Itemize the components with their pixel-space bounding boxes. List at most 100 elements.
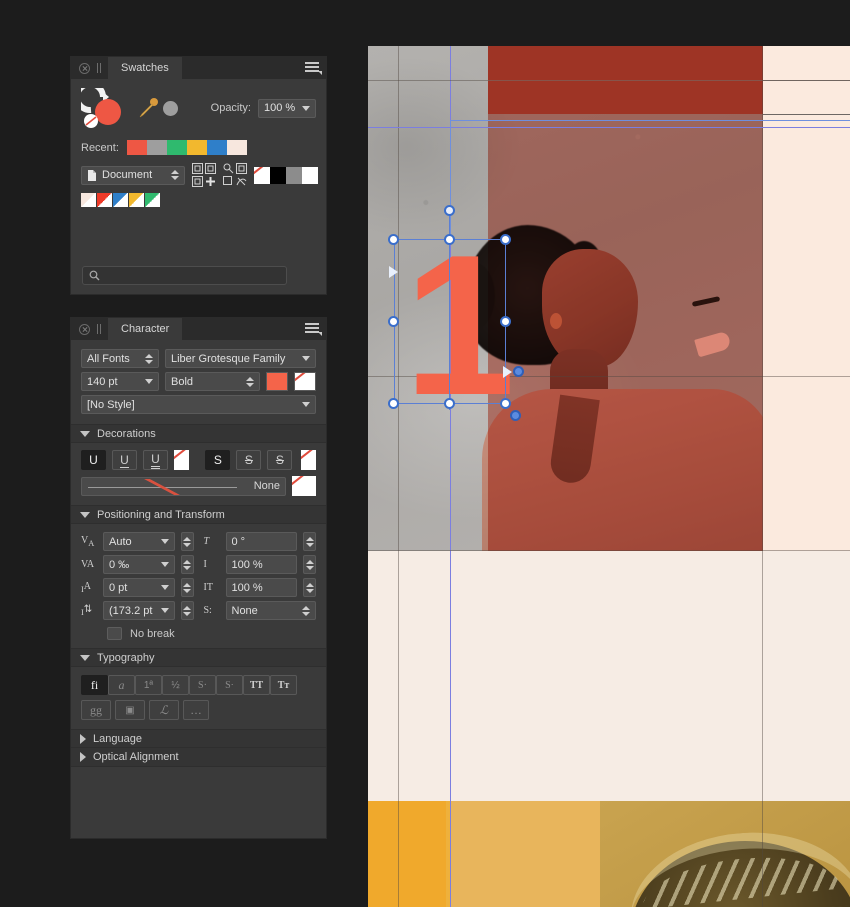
contextual-alternates-button[interactable]: ℒ	[149, 700, 179, 720]
close-icon[interactable]	[79, 323, 90, 335]
document-swatch[interactable]	[81, 193, 96, 207]
stepper-icon[interactable]	[301, 603, 310, 618]
baseline-shift-stepper[interactable]	[180, 578, 194, 597]
section-language[interactable]: Language	[71, 729, 326, 748]
tab-character[interactable]: Character	[108, 318, 183, 340]
all-caps-button[interactable]: TT	[243, 675, 270, 695]
decoration-line-select[interactable]: None	[81, 476, 286, 496]
horizontal-scale-stepper[interactable]	[303, 578, 316, 597]
strikethrough-double-button[interactable]: S	[267, 450, 293, 470]
leading-field[interactable]: (173.2 pt	[103, 601, 175, 620]
chevron-down-icon[interactable]	[160, 562, 169, 567]
chevron-right-icon[interactable]	[80, 752, 86, 762]
add-swatch-icon[interactable]	[192, 163, 216, 187]
swatch-search-box[interactable]	[82, 266, 287, 285]
underline-none-button[interactable]: U	[81, 450, 106, 470]
leading-stepper[interactable]	[180, 601, 194, 620]
recent-swatch[interactable]	[226, 140, 247, 155]
chevron-right-icon[interactable]	[80, 733, 86, 744]
no-break-checkbox[interactable]	[107, 627, 122, 640]
stylistic-set-button[interactable]: ▣	[115, 700, 145, 720]
vertical-scale-field[interactable]: 100 %	[225, 555, 297, 574]
tracking-stepper[interactable]	[180, 555, 194, 574]
stepper-icon[interactable]	[170, 168, 179, 183]
kerning-field[interactable]: Auto	[103, 532, 175, 551]
superscript-button[interactable]: S·	[189, 675, 216, 695]
text-object-one[interactable]: 1	[404, 226, 515, 426]
close-icon[interactable]	[79, 62, 90, 74]
section-optical-alignment[interactable]: Optical Alignment	[71, 748, 326, 767]
alternates-button[interactable]: gg	[81, 700, 111, 720]
swatches-panel[interactable]: Swatches Opacity: 100 % Recent: Document	[70, 56, 327, 295]
fill-stroke-swatches[interactable]	[254, 166, 318, 184]
swatch-none[interactable]	[254, 166, 270, 184]
edit-swatch-icon[interactable]	[223, 163, 247, 187]
tracking-field[interactable]: 0 ‰	[103, 555, 175, 574]
chevron-down-icon[interactable]	[302, 356, 310, 361]
color-wheel-icon[interactable]	[74, 81, 131, 128]
grey-ball-icon[interactable]	[163, 100, 178, 116]
section-typography[interactable]: Typography	[71, 648, 326, 667]
swatch-grey[interactable]	[286, 166, 302, 184]
strikethrough-none-button[interactable]: S	[205, 450, 231, 470]
eyedropper-icon[interactable]	[137, 97, 161, 119]
document-swatch-grid[interactable]	[71, 187, 326, 207]
font-style-select[interactable]: Bold	[165, 372, 260, 391]
no-break-row[interactable]: No break	[81, 627, 316, 640]
section-positioning[interactable]: Positioning and Transform	[71, 505, 326, 524]
skew-stepper[interactable]	[303, 532, 316, 551]
palette-source-select[interactable]: Document	[81, 165, 185, 185]
stretch-field[interactable]: None	[225, 601, 316, 620]
swatches-panel-header[interactable]: Swatches	[71, 57, 326, 79]
text-stroke-swatch[interactable]	[294, 372, 316, 391]
recent-swatch[interactable]	[166, 140, 187, 155]
opacity-field[interactable]: 100 %	[258, 98, 316, 118]
tab-swatches[interactable]: Swatches	[108, 57, 182, 79]
underline-single-button[interactable]: U	[112, 450, 137, 470]
recent-swatch[interactable]	[126, 140, 147, 155]
skew-field[interactable]: 0 °	[225, 532, 297, 551]
swatch-white[interactable]	[302, 166, 318, 184]
drag-grip-icon[interactable]	[97, 63, 102, 73]
fractions-button[interactable]: ½	[162, 675, 189, 695]
more-typography-button[interactable]: …	[183, 700, 209, 720]
chevron-down-icon[interactable]	[160, 539, 169, 544]
document-swatch[interactable]	[97, 193, 112, 207]
section-decorations[interactable]: Decorations	[71, 424, 326, 443]
recent-swatch-strip[interactable]	[126, 140, 247, 155]
strikethrough-color-swatch[interactable]	[301, 450, 317, 470]
drag-grip-icon[interactable]	[97, 324, 102, 334]
search-input[interactable]	[105, 269, 280, 282]
stepper-icon[interactable]	[245, 374, 254, 389]
underline-color-swatch[interactable]	[174, 450, 189, 470]
small-caps-button[interactable]: Tт	[270, 675, 297, 695]
document-canvas[interactable]	[368, 46, 850, 907]
chevron-down-icon[interactable]	[80, 654, 90, 661]
vertical-scale-stepper[interactable]	[303, 555, 316, 574]
chevron-down-icon[interactable]	[80, 511, 90, 518]
chevron-down-icon[interactable]	[302, 402, 310, 407]
chevron-down-icon[interactable]	[145, 379, 153, 384]
recent-swatch[interactable]	[206, 140, 227, 155]
subscript-button[interactable]: S⋅	[216, 675, 243, 695]
kerning-stepper[interactable]	[180, 532, 194, 551]
horizontal-scale-field[interactable]: 100 %	[225, 578, 297, 597]
swatch-black[interactable]	[270, 166, 286, 184]
underline-double-button[interactable]: U	[143, 450, 168, 470]
font-family-select[interactable]: Liber Grotesque Family	[165, 349, 316, 368]
text-fill-swatch[interactable]	[266, 372, 288, 391]
ligatures-button[interactable]: fi	[81, 675, 108, 695]
recent-swatch[interactable]	[186, 140, 207, 155]
character-panel[interactable]: Character All Fonts Liber Grotesque Fami…	[70, 317, 327, 839]
text-style-select[interactable]: [No Style]	[81, 395, 316, 414]
decoration-color-swatch[interactable]	[292, 476, 316, 496]
panel-menu-icon[interactable]	[305, 323, 322, 336]
ordinals-button[interactable]: 1ª	[135, 675, 162, 695]
chevron-down-icon[interactable]	[160, 585, 169, 590]
chevron-down-icon[interactable]	[302, 105, 310, 111]
document-swatch[interactable]	[145, 193, 160, 207]
document-swatch[interactable]	[113, 193, 128, 207]
character-panel-header[interactable]: Character	[71, 318, 326, 340]
font-scope-select[interactable]: All Fonts	[81, 349, 159, 368]
baseline-shift-field[interactable]: 0 pt	[103, 578, 175, 597]
